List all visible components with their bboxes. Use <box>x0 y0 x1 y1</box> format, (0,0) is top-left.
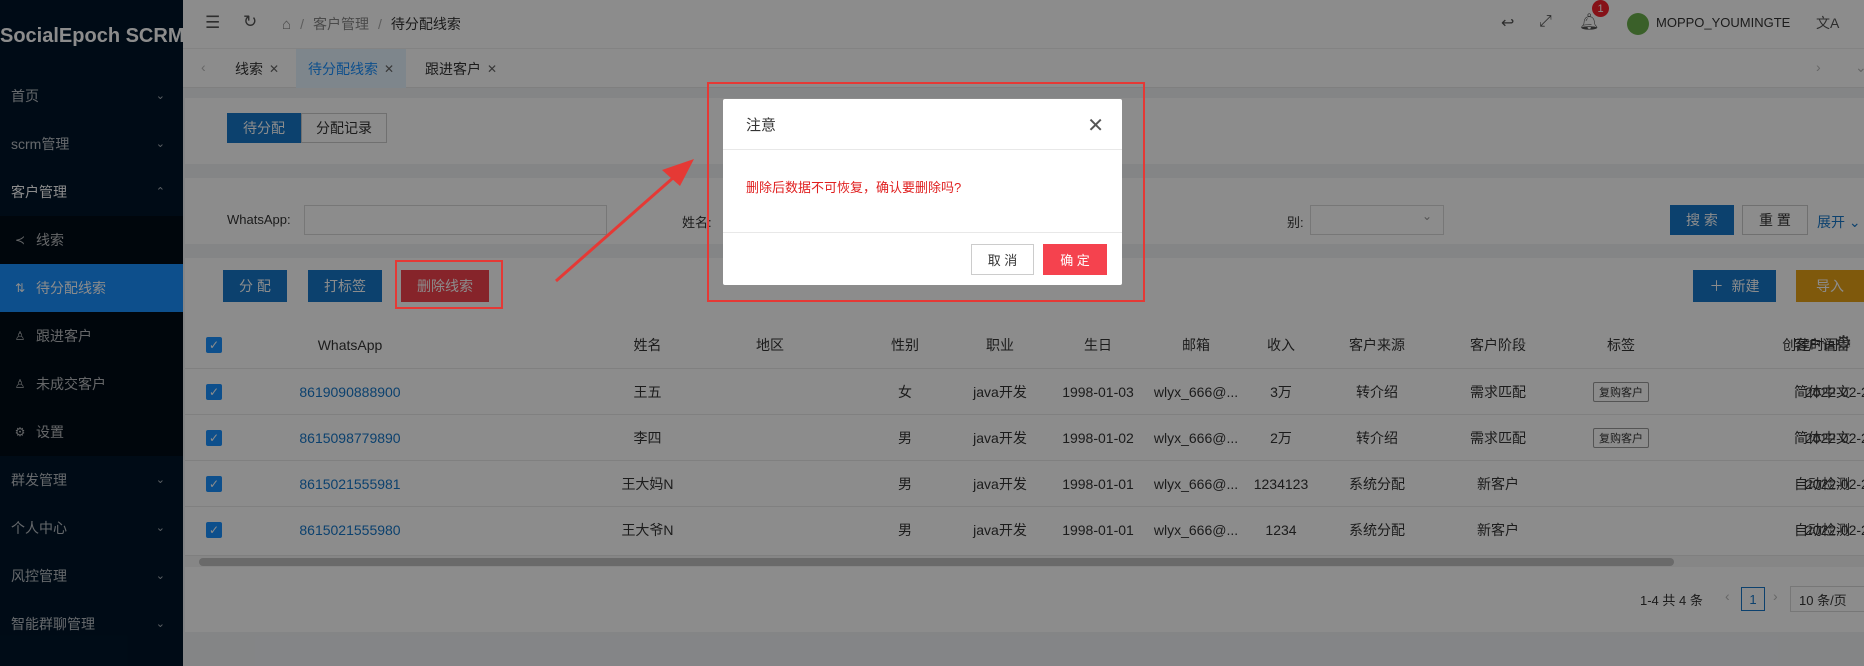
cancel-button[interactable]: 取 消 <box>971 244 1034 275</box>
dialog-message: 删除后数据不可恢复，确认要删除吗? <box>723 150 1122 233</box>
confirm-dialog: 注意 ✕ 删除后数据不可恢复，确认要删除吗? 取 消 确 定 <box>723 99 1122 285</box>
confirm-button[interactable]: 确 定 <box>1043 244 1107 275</box>
close-icon[interactable]: ✕ <box>1087 113 1104 138</box>
arrow-line <box>555 168 683 283</box>
dialog-title: 注意 <box>723 99 1122 150</box>
